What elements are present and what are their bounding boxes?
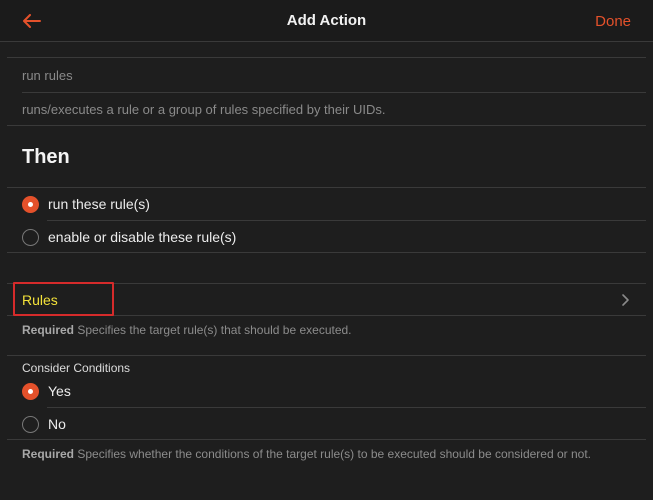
- radio-selected-icon: [22, 382, 39, 400]
- radio-selected-icon: [22, 195, 39, 213]
- help-description: Specifies the target rule(s) that should…: [77, 323, 352, 337]
- option-label: enable or disable these rule(s): [48, 229, 237, 245]
- consider-conditions-help-text: Required Specifies whether the condition…: [22, 447, 591, 461]
- page-title: Add Action: [286, 12, 367, 29]
- action-name: run rules: [22, 68, 73, 83]
- option-enable-disable-rules[interactable]: enable or disable these rule(s): [22, 221, 646, 253]
- action-description: run rules runs/executes a rule or a grou…: [7, 57, 646, 126]
- consider-conditions-options: Yes No: [7, 374, 646, 440]
- done-button[interactable]: Done: [595, 13, 631, 30]
- option-no[interactable]: No: [22, 408, 646, 440]
- required-label: Required: [22, 447, 75, 461]
- radio-unselected-icon: [22, 415, 39, 433]
- option-yes[interactable]: Yes: [22, 375, 646, 407]
- divider: [22, 92, 646, 93]
- chevron-right-icon: [622, 294, 629, 306]
- action-detail: runs/executes a rule or a group of rules…: [22, 102, 386, 117]
- consider-conditions-heading: Consider Conditions: [22, 361, 131, 375]
- section-divider: [7, 355, 646, 356]
- then-heading: Then: [22, 146, 70, 168]
- required-label: Required: [22, 323, 75, 337]
- option-label: Yes: [48, 383, 71, 399]
- rules-label: Rules: [22, 292, 58, 308]
- radio-unselected-icon: [22, 228, 39, 246]
- rules-picker-row[interactable]: Rules: [7, 282, 646, 316]
- navigation-bar: Add Action Done: [0, 0, 653, 42]
- help-description: Specifies whether the conditions of the …: [77, 447, 592, 461]
- option-run-rules[interactable]: run these rule(s): [22, 188, 646, 220]
- then-options: run these rule(s) enable or disable thes…: [7, 187, 646, 253]
- rules-help-text: Required Specifies the target rule(s) th…: [22, 323, 352, 337]
- option-label: No: [48, 416, 66, 432]
- option-label: run these rule(s): [48, 196, 150, 212]
